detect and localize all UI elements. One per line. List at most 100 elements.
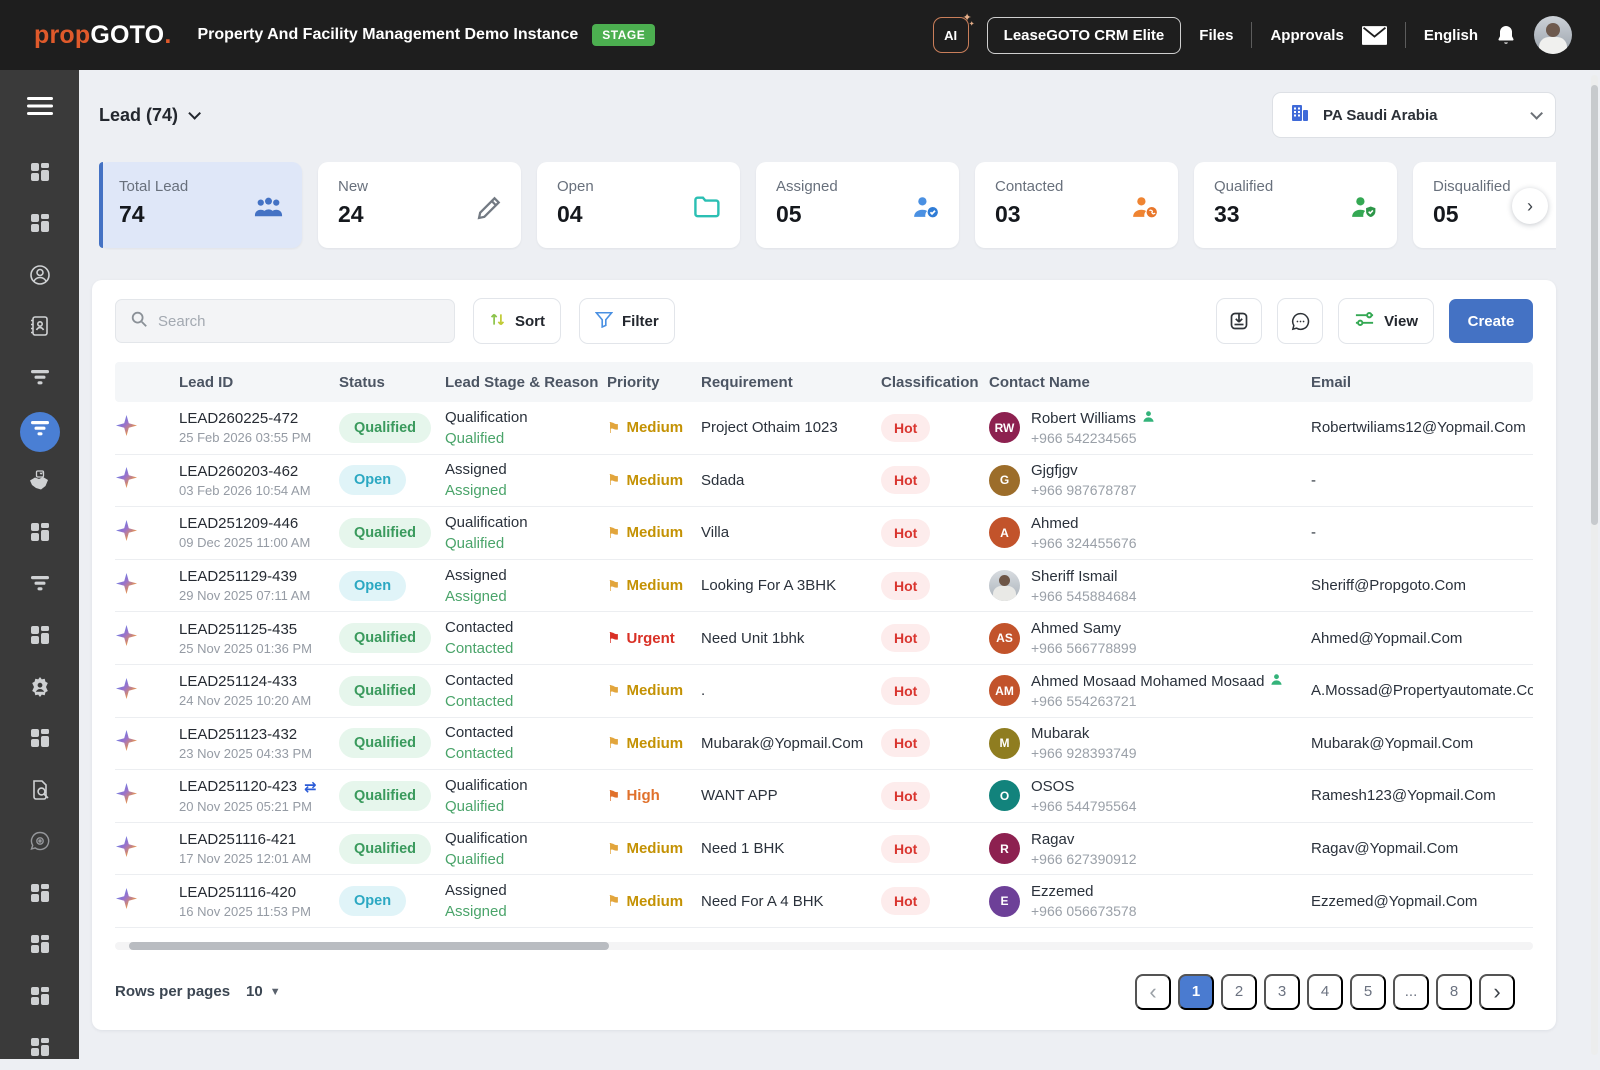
stat-card-new[interactable]: New24	[318, 162, 521, 248]
status-cell: Qualified	[339, 676, 445, 706]
stat-card-open[interactable]: Open04	[537, 162, 740, 248]
lead-sparkle-cell	[115, 466, 179, 494]
classification-badge: Hot	[881, 887, 930, 915]
pencil-icon	[476, 194, 503, 226]
contact-phone: +966 544795564	[1031, 798, 1137, 814]
stat-card-assigned[interactable]: Assigned05	[756, 162, 959, 248]
classification-cell: Hot	[881, 835, 989, 863]
sidebar-item-apps-grid-8[interactable]	[20, 978, 60, 1018]
sidebar-item-funnel-2[interactable]	[20, 566, 60, 606]
pagination-next[interactable]: ›	[1479, 974, 1515, 1010]
ai-label: AI	[944, 28, 957, 43]
gemini-sparkle-icon	[115, 687, 138, 704]
verified-person-icon	[1142, 410, 1155, 427]
filter-button[interactable]: Filter	[579, 298, 675, 344]
vertical-scrollbar-thumb[interactable]	[1591, 85, 1598, 525]
user-avatar[interactable]	[1534, 16, 1572, 54]
rows-per-page-label: Rows per pages	[115, 983, 230, 1000]
stat-label: Open	[557, 178, 722, 195]
comments-button[interactable]	[1277, 298, 1323, 344]
pagination-prev[interactable]: ‹	[1135, 974, 1171, 1010]
requirement-cell: Mubarak@Yopmail.Com	[701, 735, 881, 752]
chevron-down-icon	[188, 107, 201, 120]
pagination-page-2[interactable]: 2	[1221, 974, 1257, 1010]
pagination-page-4[interactable]: 4	[1307, 974, 1343, 1010]
lead-reason: Qualified	[445, 798, 607, 815]
horizontal-scrollbar-thumb[interactable]	[129, 942, 609, 950]
priority-cell: ⚑Medium	[607, 734, 701, 752]
contact-avatar: AS	[989, 623, 1020, 654]
table-row[interactable]: LEAD260225-47225 Feb 2026 03:55 PMQualif…	[115, 402, 1533, 455]
lead-date: 09 Dec 2025 11:00 AM	[179, 535, 339, 550]
sidebar-item-apps-grid-4[interactable]	[20, 618, 60, 658]
pagination-page-3[interactable]: 3	[1264, 974, 1300, 1010]
table-row[interactable]: LEAD251124-43324 Nov 2025 10:20 AMQualif…	[115, 665, 1533, 718]
sidebar-item-deals-handshake[interactable]	[20, 463, 60, 503]
approvals-link[interactable]: Approvals	[1270, 27, 1343, 44]
sidebar-item-funnel-1[interactable]	[20, 360, 60, 400]
leads-icon	[29, 419, 51, 444]
email-cell: Ramesh123@Yopmail.Com	[1311, 787, 1533, 804]
download-button[interactable]	[1216, 298, 1262, 344]
table-row[interactable]: LEAD251116-42016 Nov 2025 11:53 PMOpenAs…	[115, 875, 1533, 928]
pagination-page-1[interactable]: 1	[1178, 974, 1214, 1010]
pagination-page-5[interactable]: 5	[1350, 974, 1386, 1010]
sidebar-item-dashboard-grid-1[interactable]	[20, 154, 60, 194]
sidebar-item-contacts-book[interactable]	[20, 309, 60, 349]
sidebar-item-apps-grid-9[interactable]	[20, 1030, 60, 1070]
email-cell: Sheriff@Propgoto.Com	[1311, 577, 1533, 594]
sidebar-item-settings-gear[interactable]	[20, 669, 60, 709]
requirement-cell: Need Unit 1bhk	[701, 630, 881, 647]
contact-cell: AMAhmed Mosaad Mohamed Mosaad+966 554263…	[989, 673, 1311, 709]
pagination-page-8[interactable]: 8	[1436, 974, 1472, 1010]
mail-icon[interactable]	[1362, 26, 1387, 45]
table-row[interactable]: LEAD251125-43525 Nov 2025 01:36 PMQualif…	[115, 612, 1533, 665]
sort-button[interactable]: Sort	[473, 298, 561, 344]
contact-info: Gjgfjgv+966 987678787	[1031, 462, 1137, 498]
ai-assistant-button[interactable]: AI✦✦	[933, 17, 969, 53]
bell-icon[interactable]	[1496, 24, 1516, 46]
org-selector[interactable]: PA Saudi Arabia	[1272, 92, 1556, 138]
lead-reason: Assigned	[445, 482, 607, 499]
requirement-cell: Need For A 4 BHK	[701, 893, 881, 910]
sidebar-item-leads[interactable]	[20, 412, 60, 452]
lead-date: 25 Feb 2026 03:55 PM	[179, 430, 339, 445]
gemini-sparkle-icon	[115, 424, 138, 441]
sidebar-item-customers[interactable]	[20, 257, 60, 297]
view-button[interactable]: View	[1338, 298, 1434, 344]
status-cell: Qualified	[339, 728, 445, 758]
sidebar-item-hamburger-menu[interactable]	[20, 88, 60, 128]
sidebar-item-apps-grid-3[interactable]	[20, 515, 60, 555]
contact-info: Robert Williams+966 542234565	[1031, 410, 1155, 446]
sidebar-item-apps-grid-5[interactable]	[20, 721, 60, 761]
stat-card-total-lead[interactable]: Total Lead74	[99, 162, 302, 248]
flag-icon: ⚑	[607, 840, 620, 858]
stat-card-contacted[interactable]: Contacted03	[975, 162, 1178, 248]
create-button[interactable]: Create	[1449, 299, 1533, 343]
lead-id-cell: LEAD260225-47225 Feb 2026 03:55 PM	[179, 410, 339, 445]
page-title-dropdown[interactable]: Lead (74)	[99, 105, 197, 126]
table-row[interactable]: LEAD251209-44609 Dec 2025 11:00 AMQualif…	[115, 507, 1533, 560]
crm-elite-button[interactable]: LeaseGOTO CRM Elite	[987, 17, 1182, 54]
sidebar-item-apps-grid-7[interactable]	[20, 927, 60, 967]
rows-per-page-select[interactable]: 10 ▼	[246, 983, 281, 1000]
table-row[interactable]: LEAD251129-43929 Nov 2025 07:11 AMOpenAs…	[115, 560, 1533, 613]
table-row[interactable]: LEAD251123-43223 Nov 2025 04:33 PMQualif…	[115, 718, 1533, 771]
page-head: Lead (74) PA Saudi Arabia	[99, 92, 1556, 138]
files-link[interactable]: Files	[1199, 27, 1233, 44]
contact-name: Ragav	[1031, 831, 1137, 848]
table-row[interactable]: LEAD260203-46203 Feb 2026 10:54 AMOpenAs…	[115, 455, 1533, 508]
stats-next-button[interactable]: ›	[1512, 188, 1548, 224]
table-row[interactable]: LEAD251116-42117 Nov 2025 12:01 AMQualif…	[115, 823, 1533, 876]
sidebar-item-dashboard-grid-2[interactable]	[20, 206, 60, 246]
contact-avatar: G	[989, 465, 1020, 496]
sidebar-item-support-chat[interactable]	[20, 824, 60, 864]
stat-card-qualified[interactable]: Qualified33	[1194, 162, 1397, 248]
stage-cell: ContactedContacted	[445, 672, 607, 710]
language-selector[interactable]: English	[1424, 27, 1478, 44]
sidebar-item-apps-grid-6[interactable]	[20, 875, 60, 915]
search-input[interactable]	[158, 313, 440, 330]
priority-label: High	[626, 787, 659, 804]
sidebar-item-document-search[interactable]	[20, 772, 60, 812]
table-row[interactable]: LEAD251120-423⇄20 Nov 2025 05:21 PMQuali…	[115, 770, 1533, 823]
